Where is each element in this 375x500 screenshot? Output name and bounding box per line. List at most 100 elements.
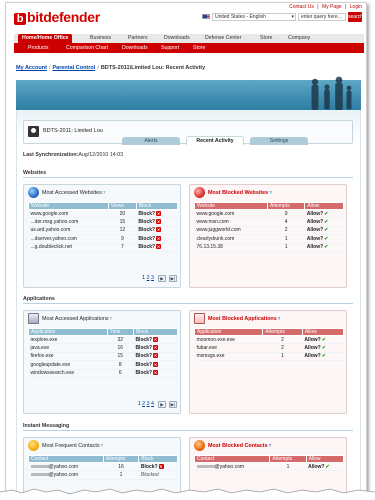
block-x-icon[interactable]: ✕ <box>153 361 159 367</box>
block-label[interactable]: Block? <box>135 353 152 359</box>
page-1[interactable]: 1 <box>138 401 141 407</box>
allow-label[interactable]: Allow? <box>307 236 323 242</box>
breadcrumb-my-account[interactable]: My Account <box>16 65 47 71</box>
block-action[interactable]: Block? ✕ <box>133 369 178 378</box>
allow-label[interactable]: Allow? <box>307 227 323 233</box>
next-page-icon[interactable]: ▶ <box>158 275 166 282</box>
my-page-link[interactable]: My Page <box>322 4 342 10</box>
allow-action[interactable]: Allow?✔ <box>304 226 344 236</box>
last-page-icon[interactable]: ▶| <box>169 275 177 282</box>
checkmark-icon[interactable]: ✔ <box>324 236 328 242</box>
page-1[interactable]: 1 <box>142 275 145 281</box>
nav-business[interactable]: Business <box>90 34 111 43</box>
block-x-icon[interactable]: ✕ <box>153 336 159 342</box>
allow-action[interactable]: Allow?✔ <box>306 462 344 472</box>
search-input[interactable]: enter query here... <box>298 13 346 21</box>
block-action[interactable]: Block? ✕ <box>136 226 178 236</box>
breadcrumb-parental-control[interactable]: Parental Control <box>53 65 96 71</box>
block-x-icon[interactable]: ✕ <box>153 370 159 376</box>
block-label[interactable]: Block? <box>135 345 152 351</box>
checkmark-icon[interactable]: ✔ <box>322 345 326 351</box>
tab-settings[interactable]: Settings <box>250 137 308 145</box>
block-x-icon[interactable]: ✕ <box>156 244 162 250</box>
block-action[interactable]: Block? ✕ <box>133 335 178 345</box>
block-label[interactable]: Block? <box>138 244 155 250</box>
contact-us-link[interactable]: Contact Us <box>289 4 314 10</box>
subnav-products[interactable]: Products <box>28 43 48 53</box>
search-button[interactable]: search <box>348 12 363 22</box>
block-action[interactable]: Block? ✕ <box>136 217 178 227</box>
block-label[interactable]: Block? <box>138 236 155 242</box>
nav-store[interactable]: Store <box>260 34 272 43</box>
block-action[interactable]: Block? ✕ <box>133 343 178 353</box>
block-label[interactable]: Block? <box>135 370 152 376</box>
block-label[interactable]: Block? <box>138 219 155 225</box>
block-action[interactable]: Block? ✕ <box>133 352 178 362</box>
block-x-icon[interactable]: ✕ <box>156 219 162 225</box>
checkmark-icon[interactable]: ✔ <box>322 353 326 359</box>
block-x-icon[interactable]: ✕ <box>156 210 162 216</box>
nav-downloads[interactable]: Downloads <box>164 34 190 43</box>
block-x-icon[interactable]: ✕ <box>158 463 164 469</box>
subnav-comparison-chart[interactable]: Comparison Chart <box>66 43 108 53</box>
help-icon[interactable]: ? <box>110 316 113 321</box>
checkmark-icon[interactable]: ✔ <box>322 337 326 343</box>
last-page-icon[interactable]: ▶| <box>169 401 177 408</box>
allow-action[interactable]: Allow?✔ <box>304 217 344 227</box>
checkmark-icon[interactable]: ✔ <box>324 227 328 233</box>
nav-company[interactable]: Company <box>288 34 310 43</box>
allow-action[interactable]: Allow?✔ <box>304 234 344 244</box>
next-page-icon[interactable]: ▶ <box>158 401 166 408</box>
allow-label[interactable]: Allow? <box>307 219 323 225</box>
allow-label[interactable]: Allow? <box>304 345 320 351</box>
language-select[interactable]: United States - English ▾ <box>212 13 296 21</box>
block-x-icon[interactable]: ✕ <box>156 227 162 233</box>
block-label[interactable]: Block? <box>141 464 158 470</box>
tab-alerts[interactable]: Alerts <box>122 137 180 145</box>
allow-action[interactable]: Allow?✔ <box>302 343 344 353</box>
block-action[interactable]: Block? ✕ <box>136 234 178 244</box>
checkmark-icon[interactable]: ✔ <box>324 219 328 225</box>
page-3[interactable]: 3 <box>147 401 150 407</box>
checkmark-icon[interactable]: ✔ <box>325 464 329 470</box>
allow-label[interactable]: Allow? <box>304 353 320 359</box>
block-label[interactable]: Block? <box>135 337 152 343</box>
login-link[interactable]: Login <box>350 4 362 10</box>
help-icon[interactable]: ? <box>278 316 281 321</box>
page-3[interactable]: 3 <box>151 275 154 281</box>
allow-label[interactable]: Allow? <box>307 211 323 217</box>
block-x-icon[interactable]: ✕ <box>153 345 159 351</box>
allow-action[interactable]: Allow?✔ <box>302 352 344 362</box>
block-label[interactable]: Block? <box>135 362 152 368</box>
block-x-icon[interactable]: ✕ <box>153 353 159 359</box>
allow-action[interactable]: Allow?✔ <box>304 243 344 252</box>
allow-label[interactable]: Allow? <box>307 244 323 250</box>
subnav-store[interactable]: Store <box>193 43 205 53</box>
page-4[interactable]: 4 <box>151 401 154 407</box>
block-action[interactable]: Block? ✕ <box>136 243 178 252</box>
block-x-icon[interactable]: ✕ <box>156 235 162 241</box>
block-action[interactable]: Block? ✕ <box>133 360 178 370</box>
block-action[interactable]: Block? ✕ <box>136 209 178 219</box>
subnav-downloads[interactable]: Downloads <box>122 43 148 53</box>
help-icon[interactable]: ? <box>101 443 104 448</box>
help-icon[interactable]: ? <box>103 190 106 195</box>
nav-home-office[interactable]: Home/Home Office <box>18 34 73 43</box>
help-icon[interactable]: ? <box>269 443 272 448</box>
subnav-support[interactable]: Support <box>161 43 179 53</box>
checkmark-icon[interactable]: ✔ <box>324 244 328 250</box>
tab-recent-activity[interactable]: Recent Activity <box>186 136 244 145</box>
block-label[interactable]: Block? <box>138 211 155 217</box>
page-2[interactable]: 2 <box>147 275 150 281</box>
allow-label[interactable]: Allow? <box>304 337 320 343</box>
block-label[interactable]: Block? <box>138 227 155 233</box>
nav-defense-center[interactable]: Defense Center <box>205 34 241 43</box>
block-action[interactable]: Block? ✕ <box>138 462 178 472</box>
allow-action[interactable]: Allow?✔ <box>304 209 344 219</box>
bitdefender-logo[interactable]: b bitdefender <box>14 9 100 25</box>
page-2[interactable]: 2 <box>142 401 145 407</box>
allow-action[interactable]: Allow?✔ <box>302 335 344 345</box>
nav-partners[interactable]: Partners <box>128 34 148 43</box>
help-icon[interactable]: ? <box>269 190 272 195</box>
checkmark-icon[interactable]: ✔ <box>324 211 328 217</box>
